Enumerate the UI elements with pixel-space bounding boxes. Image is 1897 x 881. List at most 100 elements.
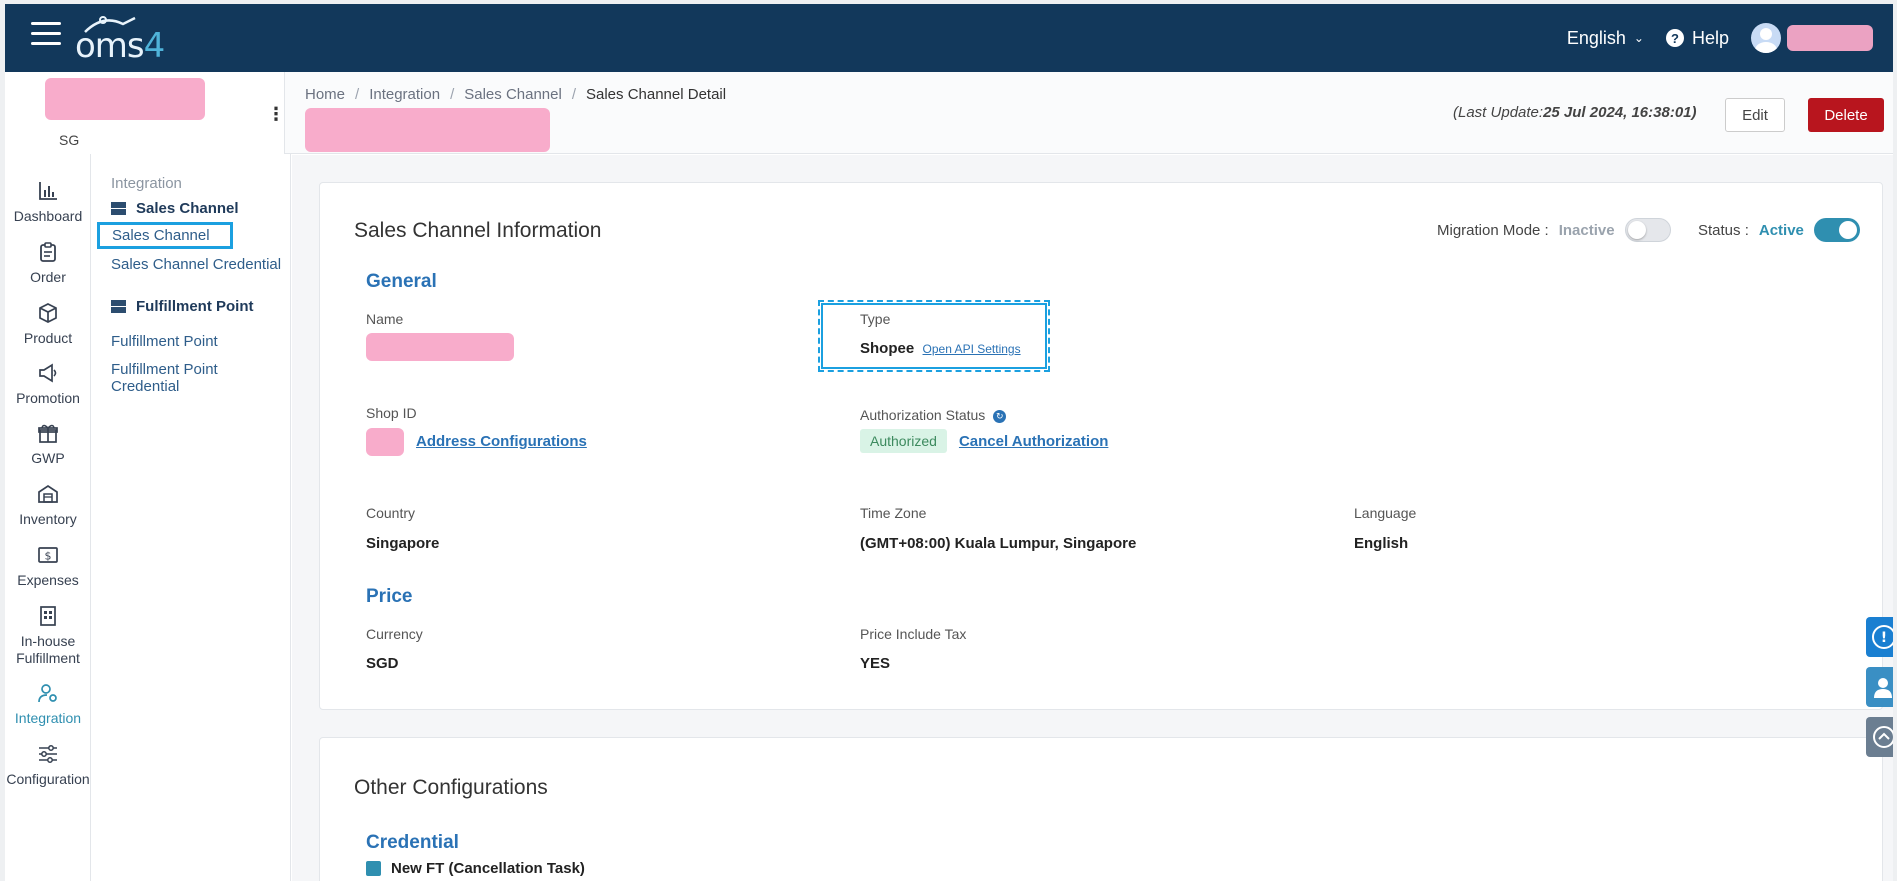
feedback-icon[interactable]: ! bbox=[1866, 617, 1893, 657]
table-icon bbox=[111, 300, 126, 313]
kebab-menu-icon[interactable]: ⋮ bbox=[267, 104, 285, 125]
sales-channel-info-card: Sales Channel Information Migration Mode… bbox=[319, 182, 1883, 710]
subnav-sales-channel[interactable]: Sales Channel bbox=[97, 222, 233, 249]
nav-integration[interactable]: Integration bbox=[5, 682, 91, 726]
hamburger-menu-icon[interactable] bbox=[31, 22, 61, 48]
nav-configuration[interactable]: Configuration bbox=[5, 743, 91, 787]
auth-status-label: Authorization Status ↻ bbox=[860, 407, 1007, 423]
type-label: Type bbox=[860, 311, 891, 327]
refresh-icon[interactable]: ↻ bbox=[993, 409, 1007, 423]
name-label: Name bbox=[366, 311, 404, 327]
contact-support-icon[interactable] bbox=[1866, 667, 1893, 707]
breadcrumb-current: Sales Channel Detail bbox=[586, 86, 727, 103]
nav-expenses[interactable]: $ Expenses bbox=[5, 544, 91, 588]
section-credential: Credential bbox=[366, 832, 459, 853]
breadcrumb-separator: / bbox=[571, 86, 576, 103]
shop-id-redacted bbox=[366, 428, 404, 456]
oms4-logo[interactable]: oms4 bbox=[75, 12, 185, 66]
tax-label: Price Include Tax bbox=[860, 626, 967, 642]
nav-gwp[interactable]: GWP bbox=[5, 422, 91, 466]
migration-mode: Migration Mode : Inactive bbox=[1437, 218, 1671, 242]
breadcrumb-home[interactable]: Home bbox=[305, 86, 345, 103]
edit-button[interactable]: Edit bbox=[1725, 98, 1785, 132]
partial-checkbox-row: New FT (Cancellation Task) bbox=[366, 860, 585, 877]
user-menu[interactable] bbox=[1751, 23, 1873, 53]
timezone-label: Time Zone bbox=[860, 505, 927, 521]
delete-button[interactable]: Delete bbox=[1808, 98, 1884, 132]
nav-product[interactable]: Product bbox=[5, 302, 91, 346]
page-title-redacted bbox=[305, 108, 550, 152]
chart-bar-icon bbox=[39, 182, 57, 200]
type-value: Shopee Open API Settings bbox=[860, 340, 1021, 357]
logo-text: oms4 bbox=[75, 26, 165, 66]
subnav-sales-title: Sales Channel bbox=[111, 200, 239, 217]
help-label: Help bbox=[1691, 27, 1729, 48]
breadcrumb-sales-channel[interactable]: Sales Channel bbox=[464, 86, 562, 103]
language-selector[interactable]: English ⌄ bbox=[1567, 28, 1644, 49]
breadcrumb: Home / Integration / Sales Channel / Sal… bbox=[305, 86, 726, 103]
address-config-link[interactable]: Address Configurations bbox=[416, 433, 587, 451]
nav-promotion[interactable]: Promotion bbox=[5, 362, 91, 406]
section-general: General bbox=[366, 271, 437, 292]
card-title: Sales Channel Information bbox=[354, 219, 602, 242]
cancel-authorization-link[interactable]: Cancel Authorization bbox=[959, 433, 1108, 450]
authorized-badge: Authorized bbox=[860, 429, 947, 453]
svg-text:!: ! bbox=[1881, 630, 1887, 646]
top-navbar: oms4 English ⌄ ? Help bbox=[5, 4, 1893, 72]
avatar bbox=[1751, 23, 1781, 53]
clipboard-icon bbox=[40, 242, 56, 262]
other-config-card: Other Configurations Credential New FT (… bbox=[319, 737, 1883, 881]
breadcrumb-separator: / bbox=[450, 86, 455, 103]
store-code: SG bbox=[59, 132, 80, 148]
migration-toggle[interactable] bbox=[1624, 218, 1671, 242]
store-name-redacted bbox=[45, 78, 205, 120]
scroll-top-icon[interactable] bbox=[1866, 717, 1893, 757]
open-api-settings-link[interactable]: Open API Settings bbox=[923, 342, 1021, 356]
subnav-group-label: Integration bbox=[111, 175, 182, 192]
status-control: Status : Active bbox=[1698, 218, 1860, 242]
type-selection-box bbox=[818, 300, 1050, 372]
table-icon bbox=[111, 202, 126, 215]
checkbox-checked-icon[interactable] bbox=[366, 861, 381, 876]
store-selector[interactable]: SG ⋮ bbox=[5, 72, 285, 154]
chevron-down-icon: ⌄ bbox=[1633, 31, 1644, 45]
name-value-redacted bbox=[366, 333, 514, 361]
question-icon: ? bbox=[1665, 29, 1684, 47]
building-icon bbox=[40, 606, 56, 626]
country-value: Singapore bbox=[366, 535, 440, 552]
status-toggle[interactable] bbox=[1813, 218, 1860, 242]
currency-value: SGD bbox=[366, 655, 399, 672]
subnav-fulfillment-title: Fulfillment Point bbox=[111, 298, 254, 315]
main-sidebar: Dashboard Order Product Promotion GWP In… bbox=[5, 154, 91, 881]
other-config-title: Other Configurations bbox=[354, 776, 548, 799]
country-label: Country bbox=[366, 505, 416, 521]
subnav-sales-channel-credential[interactable]: Sales Channel Credential bbox=[111, 256, 281, 273]
language-label: Language bbox=[1354, 505, 1417, 521]
page-subheader: SG ⋮ Home / Integration / Sales Channel … bbox=[5, 72, 1893, 154]
currency-label: Currency bbox=[366, 626, 423, 642]
box-icon bbox=[39, 303, 57, 323]
nav-order[interactable]: Order bbox=[5, 241, 91, 285]
nav-inhouse-fulfillment[interactable]: In-house Fulfillment bbox=[5, 605, 91, 667]
subnav-fulfillment-point-credential[interactable]: Fulfillment Point Credential bbox=[111, 361, 290, 395]
gift-icon bbox=[38, 424, 58, 443]
help-link[interactable]: ? Help bbox=[1665, 27, 1729, 49]
nav-dashboard[interactable]: Dashboard bbox=[5, 180, 91, 224]
username-redacted bbox=[1787, 25, 1873, 51]
last-update: (Last Update:25 Jul 2024, 16:38:01) bbox=[1453, 104, 1697, 121]
tax-value: YES bbox=[860, 655, 891, 672]
main-content: Sales Channel Information Migration Mode… bbox=[292, 155, 1893, 881]
subnav-fulfillment-point[interactable]: Fulfillment Point bbox=[111, 333, 218, 350]
breadcrumb-integration[interactable]: Integration bbox=[369, 86, 440, 103]
shop-id-label: Shop ID bbox=[366, 405, 417, 421]
status-state: Active bbox=[1758, 221, 1804, 239]
dollar-icon: $ bbox=[38, 547, 58, 563]
language-label: English bbox=[1566, 27, 1626, 48]
integration-subnav: Integration Sales Channel Sales Channel … bbox=[91, 154, 291, 881]
warehouse-icon bbox=[38, 484, 58, 503]
app-frame: oms4 English ⌄ ? Help SG ⋮ Home / Integr… bbox=[0, 0, 1897, 881]
svg-text:$: $ bbox=[45, 550, 52, 563]
nav-inventory[interactable]: Inventory bbox=[5, 483, 91, 527]
migration-state: Inactive bbox=[1558, 221, 1615, 239]
auth-status-row: Authorized Cancel Authorization bbox=[860, 429, 1108, 453]
